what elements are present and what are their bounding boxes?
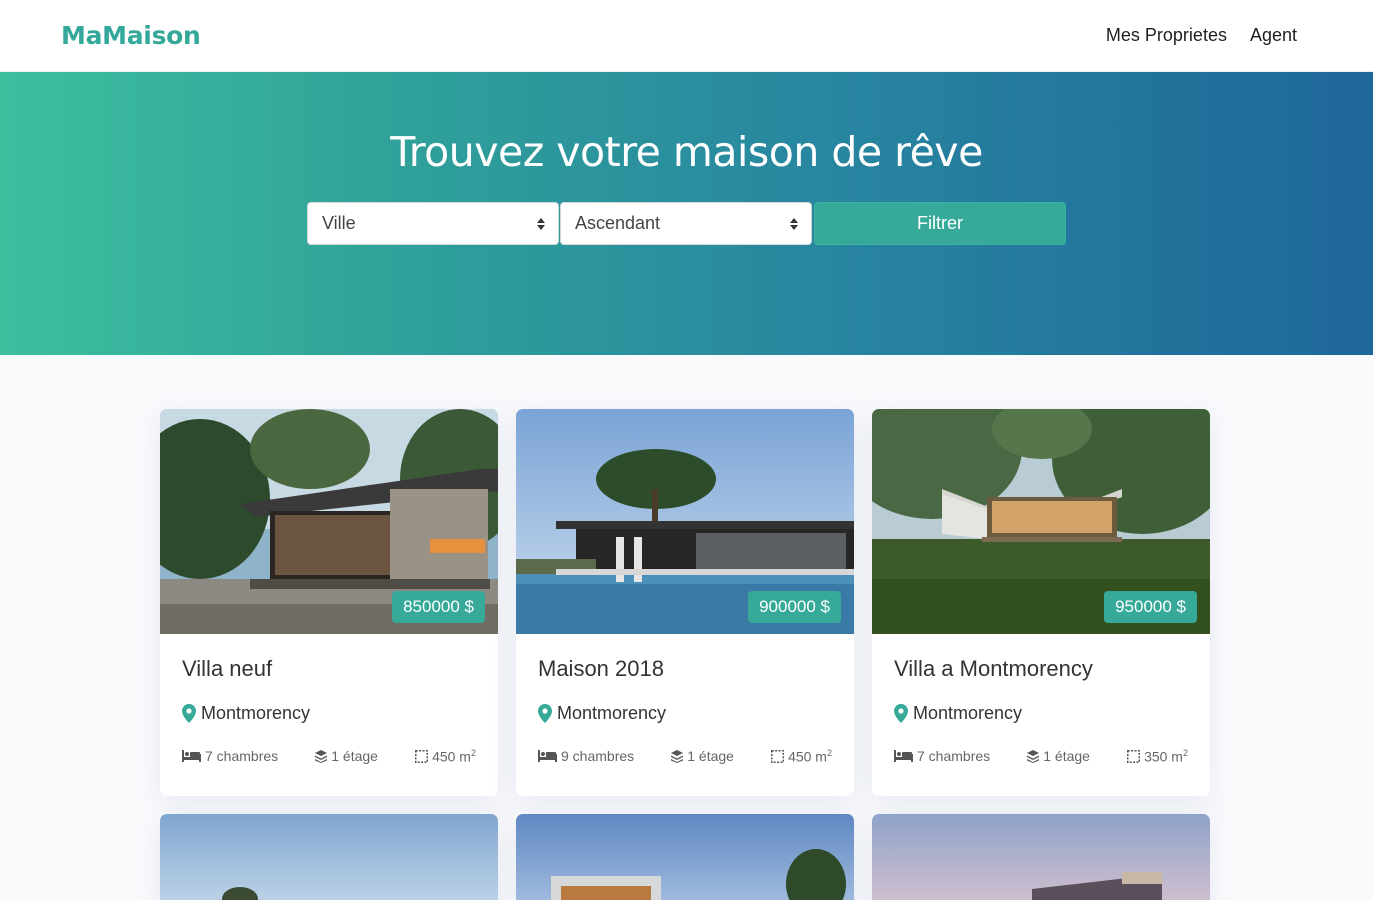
property-listing: 850000 $ Villa neuf Montmorency 7 chambr…	[0, 355, 1373, 900]
floors-text: 1 étage	[687, 748, 734, 765]
property-location: Montmorency	[182, 703, 476, 724]
property-specs: 7 chambres 1 étage 450 m2	[182, 748, 476, 765]
rooms-text: 7 chambres	[205, 748, 279, 765]
nav-links: Mes Proprietes Agent	[1106, 25, 1297, 46]
property-title[interactable]: Maison 2018	[538, 656, 832, 682]
bed-icon	[894, 750, 913, 763]
brand-logo[interactable]: MaMaison	[61, 21, 201, 50]
bed-icon	[538, 750, 557, 763]
price-badge: 950000 $	[1104, 591, 1197, 623]
property-title[interactable]: Villa a Montmorency	[894, 656, 1188, 682]
property-card[interactable]: 850000 $ Villa neuf Montmorency 7 chambr…	[160, 409, 498, 796]
nav-link-mes-proprietes[interactable]: Mes Proprietes	[1106, 25, 1227, 46]
area-text: 350 m	[1144, 748, 1183, 765]
layers-icon	[671, 749, 684, 763]
floors-spec: 1 étage	[671, 748, 734, 765]
area-icon	[771, 749, 785, 763]
property-card[interactable]	[160, 814, 498, 900]
property-location: Montmorency	[894, 703, 1188, 724]
property-photo[interactable]	[516, 814, 854, 900]
floors-spec: 1 étage	[315, 748, 378, 765]
price-badge: 900000 $	[748, 591, 841, 623]
hero-title: Trouvez votre maison de rêve	[390, 128, 983, 176]
map-pin-icon	[538, 704, 552, 723]
area-text: 450 m	[432, 748, 471, 765]
select-caret-icon	[790, 217, 798, 230]
city-select[interactable]: Ville	[307, 202, 559, 245]
city-select-value: Ville	[322, 213, 356, 233]
order-select-value: Ascendant	[575, 213, 661, 233]
property-card[interactable]: 950000 $ Villa a Montmorency Montmorency…	[872, 409, 1210, 796]
area-icon	[415, 749, 429, 763]
select-caret-icon	[537, 217, 545, 230]
layers-icon	[1027, 749, 1040, 763]
rooms-spec: 7 chambres	[894, 748, 990, 765]
property-specs: 7 chambres 1 étage 350 m2	[894, 748, 1188, 765]
property-card[interactable]: 900000 $ Maison 2018 Montmorency 9 chamb…	[516, 409, 854, 796]
location-text: Montmorency	[201, 703, 311, 723]
property-location: Montmorency	[538, 703, 832, 724]
rooms-spec: 9 chambres	[538, 748, 634, 765]
property-photo[interactable]	[872, 814, 1210, 900]
rooms-text: 7 chambres	[917, 748, 991, 765]
property-specs: 9 chambres 1 étage 450 m2	[538, 748, 832, 765]
floors-text: 1 étage	[1043, 748, 1090, 765]
filter-button[interactable]: Filtrer	[814, 202, 1066, 245]
floors-text: 1 étage	[331, 748, 378, 765]
property-card[interactable]	[872, 814, 1210, 900]
area-exponent: 2	[1182, 748, 1188, 758]
area-spec: 350 m2	[1127, 748, 1188, 765]
bed-icon	[182, 750, 201, 763]
area-text: 450 m	[788, 748, 827, 765]
property-photo[interactable]: 950000 $	[872, 409, 1210, 634]
property-card[interactable]	[516, 814, 854, 900]
price-badge: 850000 $	[392, 591, 485, 623]
layers-icon	[315, 749, 328, 763]
filter-bar: Ville Ascendant Filtrer	[307, 202, 1066, 245]
area-exponent: 2	[826, 748, 832, 758]
property-title[interactable]: Villa neuf	[182, 656, 476, 682]
floors-spec: 1 étage	[1027, 748, 1090, 765]
map-pin-icon	[894, 704, 908, 723]
property-photo[interactable]: 850000 $	[160, 409, 498, 634]
location-text: Montmorency	[913, 703, 1023, 723]
nav-link-agent[interactable]: Agent	[1250, 25, 1297, 46]
area-icon	[1127, 749, 1141, 763]
area-spec: 450 m2	[415, 748, 476, 765]
order-select[interactable]: Ascendant	[560, 202, 812, 245]
property-photo[interactable]: 900000 $	[516, 409, 854, 634]
map-pin-icon	[182, 704, 196, 723]
hero-banner: Trouvez votre maison de rêve Ville Ascen…	[0, 72, 1373, 355]
area-spec: 450 m2	[771, 748, 832, 765]
location-text: Montmorency	[557, 703, 667, 723]
navbar: MaMaison Mes Proprietes Agent	[0, 0, 1373, 72]
rooms-spec: 7 chambres	[182, 748, 278, 765]
rooms-text: 9 chambres	[561, 748, 635, 765]
property-photo[interactable]	[160, 814, 498, 900]
area-exponent: 2	[470, 748, 476, 758]
